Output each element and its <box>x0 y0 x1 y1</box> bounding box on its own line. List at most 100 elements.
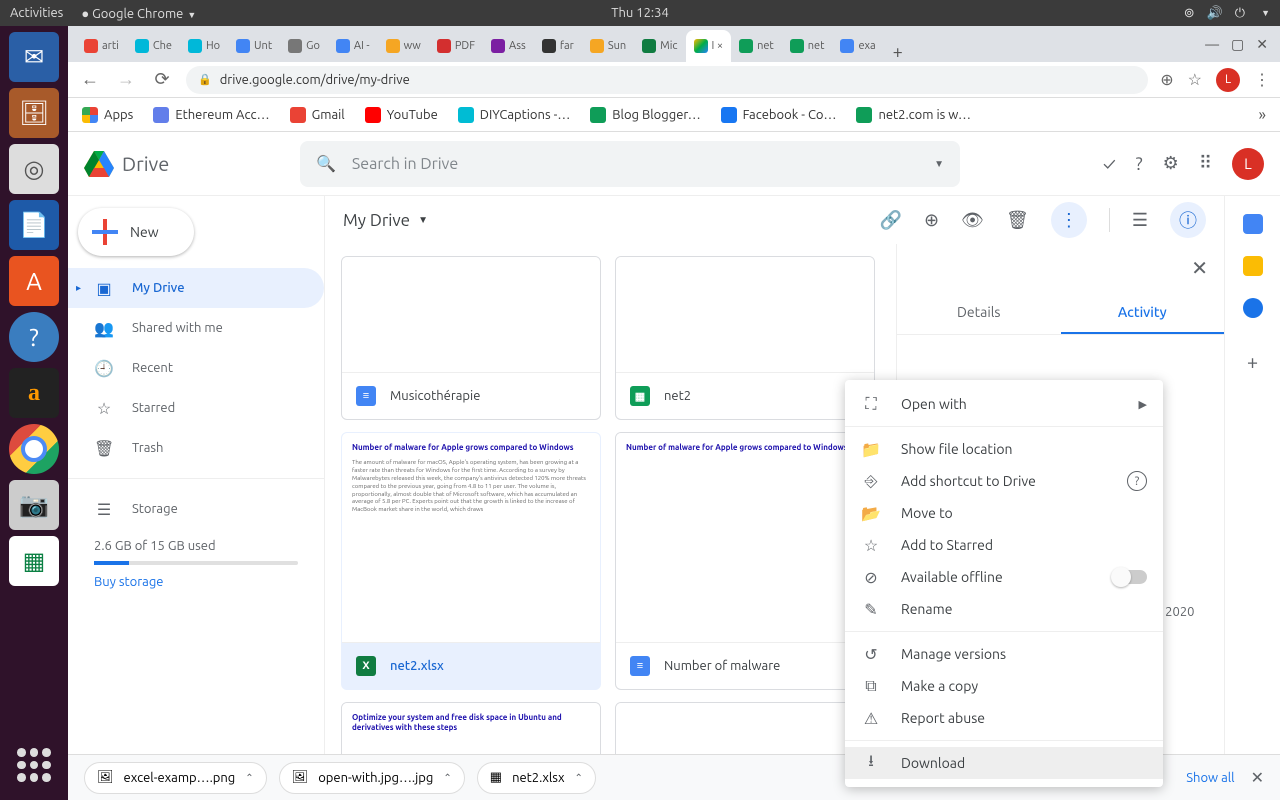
bookmark-item[interactable]: Facebook - Co… <box>721 107 837 123</box>
wifi-icon[interactable]: ⊚ <box>1184 6 1195 21</box>
download-item[interactable]: ▦net2.xlsx⌃ <box>477 762 596 794</box>
details-tab-activity[interactable]: Activity <box>1061 292 1225 334</box>
details-tab-details[interactable]: Details <box>897 292 1061 334</box>
launcher-rhythmbox[interactable]: ◎ <box>9 144 59 194</box>
account-avatar[interactable]: L <box>1232 148 1264 180</box>
launcher-help[interactable]: ? <box>9 312 59 362</box>
context-menu-open-with[interactable]: ⛶Open with▶ <box>845 388 1163 420</box>
bookmark-item[interactable]: Gmail <box>290 107 345 123</box>
download-item[interactable]: 🖼excel-examp….png⌃ <box>84 762 267 794</box>
context-menu-add-shortcut-to-drive[interactable]: ⎆Add shortcut to Drive? <box>845 465 1163 497</box>
browser-tab[interactable]: arti <box>76 30 127 62</box>
sidebar-item-trash[interactable]: 🗑Trash <box>68 428 324 468</box>
bookmark-item[interactable]: Ethereum Acc… <box>153 107 269 123</box>
ready-offline-icon[interactable]: ✓ <box>1103 154 1116 174</box>
download-menu-caret-icon[interactable]: ⌃ <box>575 772 583 784</box>
google-apps-icon[interactable]: ⠿ <box>1199 153 1212 174</box>
launcher-software[interactable]: A <box>9 256 59 306</box>
browser-tab[interactable]: AI - <box>328 30 378 62</box>
chrome-menu-icon[interactable]: ⋮ <box>1254 70 1270 89</box>
help-icon[interactable]: ? <box>1127 471 1147 491</box>
new-button[interactable]: New <box>78 208 194 256</box>
window-minimize-icon[interactable]: — <box>1205 36 1219 53</box>
list-view-icon[interactable]: ☰ <box>1132 210 1148 231</box>
browser-tab[interactable]: Che <box>127 30 180 62</box>
context-menu-available-offline[interactable]: ⊘Available offline <box>845 561 1163 593</box>
file-card[interactable]: ≡Musicothérapie <box>341 256 601 420</box>
context-menu-report-abuse[interactable]: ⚠Report abuse <box>845 702 1163 734</box>
bookmark-item[interactable]: DIYCaptions -… <box>458 107 571 123</box>
bookmark-item[interactable]: Blog Blogger… <box>590 107 700 123</box>
preview-eye-icon[interactable]: 👁 <box>961 210 984 231</box>
sidebar-item-recent[interactable]: 🕘Recent <box>68 348 324 388</box>
context-menu-download[interactable]: ⭳Download <box>845 747 1163 779</box>
app-menu[interactable]: ● Google Chrome▼ <box>81 6 196 21</box>
launcher-screenshot[interactable]: 📷 <box>9 480 59 530</box>
settings-gear-icon[interactable]: ⚙ <box>1163 153 1179 174</box>
tasks-icon[interactable] <box>1243 298 1263 318</box>
breadcrumb[interactable]: My Drive ▼ <box>343 211 428 230</box>
browser-tab[interactable]: exa <box>832 30 883 62</box>
file-card[interactable]: ▦net2 <box>615 256 875 420</box>
file-card[interactable]: Number of malware for Apple grows compar… <box>615 432 875 690</box>
download-item[interactable]: 🖼open-with.jpg….jpg⌃ <box>279 762 465 794</box>
window-maximize-icon[interactable]: ▢ <box>1231 36 1244 53</box>
get-link-icon[interactable]: 🔗 <box>880 210 902 231</box>
close-download-shelf-icon[interactable]: ✕ <box>1251 768 1264 787</box>
file-card[interactable]: Number of malware for Apple grows compar… <box>341 432 601 690</box>
add-to-icon[interactable]: ⊕ <box>1160 70 1173 89</box>
browser-tab[interactable]: Sun <box>582 30 634 62</box>
launcher-files[interactable]: 🗄 <box>9 88 59 138</box>
clock[interactable]: Thu 12:34 <box>611 6 669 20</box>
sidebar-item-shared-with-me[interactable]: 👥Shared with me <box>68 308 324 348</box>
drive-logo[interactable]: Drive <box>84 151 300 177</box>
bookmark-star-icon[interactable]: ☆ <box>1188 70 1202 89</box>
context-menu-add-to-starred[interactable]: ☆Add to Starred <box>845 529 1163 561</box>
profile-avatar[interactable]: L <box>1216 68 1240 92</box>
browser-tab[interactable]: PDF <box>429 30 483 62</box>
browser-tab[interactable]: Unt <box>228 30 280 62</box>
new-tab-button[interactable]: + <box>884 42 912 62</box>
context-menu-manage-versions[interactable]: ↺Manage versions <box>845 638 1163 670</box>
add-ons-plus-icon[interactable]: + <box>1247 350 1258 373</box>
browser-tab[interactable]: Ho <box>180 30 228 62</box>
share-icon[interactable]: ⊕ <box>924 210 939 231</box>
reload-button[interactable]: ⟳ <box>150 69 174 90</box>
offline-toggle[interactable] <box>1113 570 1147 584</box>
browser-tab[interactable]: Go <box>280 30 328 62</box>
browser-tab[interactable]: Ass <box>483 30 534 62</box>
expand-chevron-icon[interactable]: ▸ <box>76 282 81 294</box>
window-close-icon[interactable]: ✕ <box>1256 36 1268 53</box>
bookmarks-overflow-icon[interactable]: » <box>1258 106 1266 124</box>
bookmark-item[interactable]: net2.com is w… <box>856 107 971 123</box>
calendar-icon[interactable] <box>1243 214 1263 234</box>
sidebar-item-storage[interactable]: ☰ Storage <box>68 489 324 529</box>
context-menu-make-a-copy[interactable]: ⧉Make a copy <box>845 670 1163 702</box>
bookmark-item[interactable]: YouTube <box>365 107 438 123</box>
activities-button[interactable]: Activities <box>10 6 63 20</box>
browser-tab[interactable]: I × <box>686 30 732 62</box>
view-details-icon[interactable]: ⓘ <box>1170 202 1206 238</box>
launcher-chrome[interactable] <box>9 424 59 474</box>
keep-icon[interactable] <box>1243 256 1263 276</box>
launcher-apps-grid[interactable] <box>9 740 59 790</box>
support-icon[interactable]: ? <box>1136 154 1143 174</box>
browser-tab[interactable]: net <box>731 30 782 62</box>
drive-search-input[interactable]: 🔍 Search in Drive ▼ <box>300 141 960 187</box>
launcher-calc[interactable]: ▦ <box>9 536 59 586</box>
more-actions-button[interactable]: ⋮ <box>1051 202 1087 238</box>
back-button[interactable]: ← <box>78 69 102 90</box>
show-all-downloads-link[interactable]: Show all <box>1186 771 1234 785</box>
sidebar-item-starred[interactable]: ☆Starred <box>68 388 324 428</box>
browser-tab[interactable]: far <box>534 30 582 62</box>
power-icon[interactable]: ⏻ <box>1235 6 1245 21</box>
bookmark-item[interactable]: Apps <box>82 107 133 123</box>
buy-storage-link[interactable]: Buy storage <box>94 575 298 589</box>
launcher-thunderbird[interactable]: ✉ <box>9 32 59 82</box>
browser-tab[interactable]: ww <box>378 30 429 62</box>
sidebar-item-my-drive[interactable]: ▸▣My Drive <box>68 268 324 308</box>
close-details-icon[interactable]: ✕ <box>1191 256 1208 280</box>
trash-icon[interactable]: 🗑 <box>1006 210 1029 231</box>
download-menu-caret-icon[interactable]: ⌃ <box>443 772 451 784</box>
volume-icon[interactable]: 🔊 <box>1207 6 1223 21</box>
